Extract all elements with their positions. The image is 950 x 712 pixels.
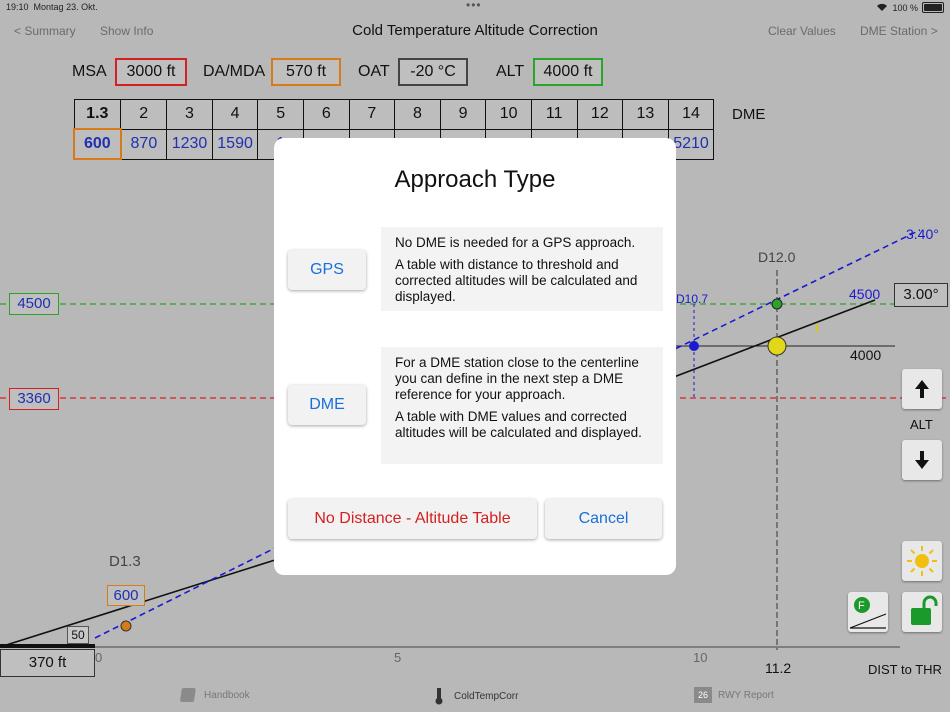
approach-type-dialog: Approach Type GPS No DME is needed for a… bbox=[274, 138, 676, 575]
dme-button[interactable]: DME bbox=[288, 385, 366, 425]
gps-description: No DME is needed for a GPS approach. A t… bbox=[381, 227, 663, 311]
gps-button[interactable]: GPS bbox=[288, 250, 366, 290]
gps-desc-line2: A table with distance to threshold and c… bbox=[395, 257, 638, 304]
dme-desc-line2: A table with DME values and corrected al… bbox=[395, 409, 642, 440]
dme-description: For a DME station close to the centerlin… bbox=[381, 347, 663, 464]
gps-desc-line1: No DME is needed for a GPS approach. bbox=[395, 235, 636, 250]
dialog-title: Approach Type bbox=[394, 166, 556, 193]
cancel-button[interactable]: Cancel bbox=[545, 499, 662, 539]
dme-desc-line1: For a DME station close to the centerlin… bbox=[395, 355, 639, 402]
no-distance-altitude-table-button[interactable]: No Distance - Altitude Table bbox=[288, 499, 537, 539]
